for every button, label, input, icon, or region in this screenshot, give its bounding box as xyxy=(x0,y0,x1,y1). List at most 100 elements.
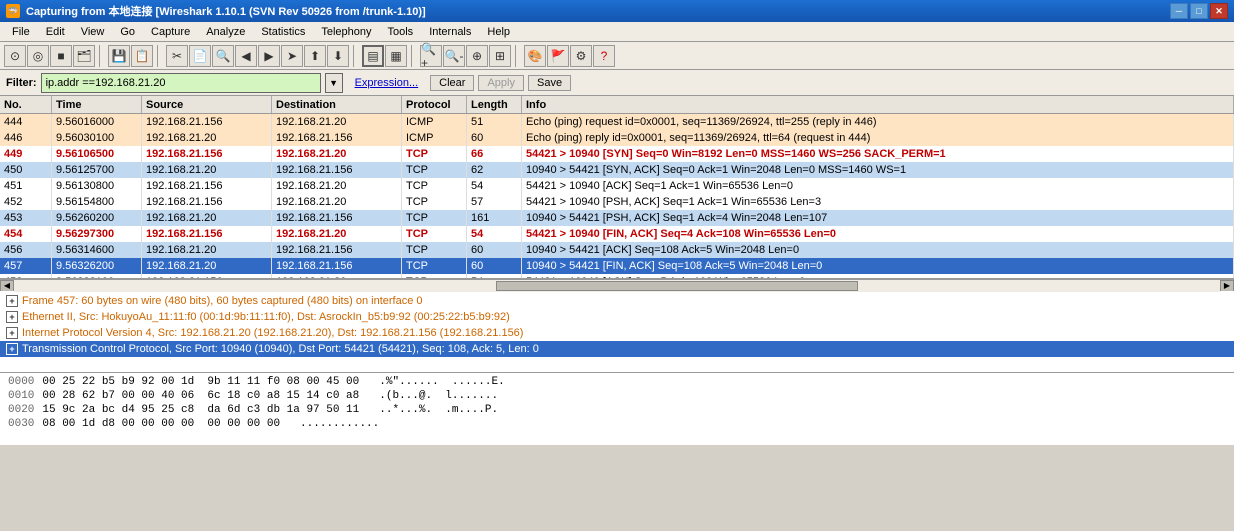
packet-row[interactable]: 444 9.56016000 192.168.21.156 192.168.21… xyxy=(0,114,1234,130)
prefs-button[interactable]: ⚙ xyxy=(570,45,592,67)
horizontal-scrollbar[interactable]: ◀ ▶ xyxy=(0,279,1234,291)
menu-file[interactable]: File xyxy=(4,24,38,40)
cell-no: 454 xyxy=(0,226,52,242)
apply-button[interactable]: Apply xyxy=(478,75,524,91)
copy-button[interactable]: 📄 xyxy=(189,45,211,67)
header-source: Source xyxy=(142,96,272,113)
packet-row[interactable]: 449 9.56106500 192.168.21.156 192.168.21… xyxy=(0,146,1234,162)
cell-time: 9.56260200 xyxy=(52,210,142,226)
cell-info: 54421 > 10940 [ACK] Seq=1 Ack=1 Win=6553… xyxy=(522,178,1234,194)
filter-label: Filter: xyxy=(6,77,37,89)
find-button[interactable]: 🔍 xyxy=(212,45,234,67)
cell-protocol: TCP xyxy=(402,210,467,226)
cell-destination: 192.168.21.20 xyxy=(272,178,402,194)
up-button[interactable]: ⬆ xyxy=(304,45,326,67)
expand-icon[interactable]: + xyxy=(6,327,18,339)
packet-row[interactable]: 446 9.56030100 192.168.21.20 192.168.21.… xyxy=(0,130,1234,146)
zoom-in-button[interactable]: 🔍+ xyxy=(420,45,442,67)
cell-destination: 192.168.21.156 xyxy=(272,258,402,274)
menu-internals[interactable]: Internals xyxy=(421,24,479,40)
detail-label: Internet Protocol Version 4, Src: 192.16… xyxy=(22,327,523,339)
forward-button[interactable]: ▶ xyxy=(258,45,280,67)
header-protocol: Protocol xyxy=(402,96,467,113)
cell-time: 9.56130800 xyxy=(52,178,142,194)
packet-row[interactable]: 453 9.56260200 192.168.21.20 192.168.21.… xyxy=(0,210,1234,226)
zoom-out-button[interactable]: 🔍- xyxy=(443,45,465,67)
cell-source: 192.168.21.156 xyxy=(142,178,272,194)
menu-view[interactable]: View xyxy=(73,24,113,40)
packet-row[interactable]: 452 9.56154800 192.168.21.156 192.168.21… xyxy=(0,194,1234,210)
toolbar-group-5: 🔍+ 🔍- ⊕ ⊞ xyxy=(420,45,511,67)
cell-protocol: ICMP xyxy=(402,130,467,146)
expand-icon[interactable]: + xyxy=(6,311,18,323)
filter-input[interactable] xyxy=(41,73,321,93)
hex-bytes: 08 00 1d d8 00 00 00 00 00 00 00 00 xyxy=(42,418,280,430)
detail-pane: + Frame 457: 60 bytes on wire (480 bits),… xyxy=(0,291,1234,373)
save-button[interactable]: 💾 xyxy=(108,45,130,67)
expression-button[interactable]: Expression... xyxy=(347,76,427,90)
new-capture-button[interactable]: ⊙ xyxy=(4,45,26,67)
hex-bytes: 00 28 62 b7 00 00 40 06 6c 18 c0 a8 15 1… xyxy=(42,390,359,402)
go-button[interactable]: ➤ xyxy=(281,45,303,67)
packet-row[interactable]: 457 9.56326200 192.168.21.20 192.168.21.… xyxy=(0,258,1234,274)
cell-no: 453 xyxy=(0,210,52,226)
packet-row[interactable]: 456 9.56314600 192.168.21.20 192.168.21.… xyxy=(0,242,1234,258)
back-button[interactable]: ◀ xyxy=(235,45,257,67)
menu-capture[interactable]: Capture xyxy=(143,24,198,40)
cell-info: 54421 > 10940 [FIN, ACK] Seq=4 Ack=108 W… xyxy=(522,226,1234,242)
close-button[interactable]: ■ xyxy=(50,45,72,67)
detail-row[interactable]: + Internet Protocol Version 4, Src: 192.1… xyxy=(0,325,1234,341)
expand-icon[interactable]: + xyxy=(6,295,18,307)
menu-telephony[interactable]: Telephony xyxy=(313,24,379,40)
close-button[interactable]: ✕ xyxy=(1210,3,1228,19)
maximize-button[interactable]: □ xyxy=(1190,3,1208,19)
colorize-button[interactable]: 🎨 xyxy=(524,45,546,67)
toolbar-group-4: ▤ ▦ xyxy=(362,45,407,67)
cell-time: 9.56016000 xyxy=(52,114,142,130)
detail-row[interactable]: + Transmission Control Protocol, Src Port… xyxy=(0,341,1234,357)
detail-label: Frame 457: 60 bytes on wire (480 bits), … xyxy=(22,295,423,307)
save-as-button[interactable]: 📋 xyxy=(131,45,153,67)
list-view-button[interactable]: ▤ xyxy=(362,45,384,67)
scroll-right-button[interactable]: ▶ xyxy=(1220,280,1234,292)
menu-edit[interactable]: Edit xyxy=(38,24,73,40)
save-filter-button[interactable]: Save xyxy=(528,75,571,91)
cell-destination: 192.168.21.156 xyxy=(272,162,402,178)
menu-statistics[interactable]: Statistics xyxy=(253,24,313,40)
cell-time: 9.56125700 xyxy=(52,162,142,178)
cut-button[interactable]: ✂ xyxy=(166,45,188,67)
scrollbar-track[interactable] xyxy=(14,280,1220,292)
scroll-left-button[interactable]: ◀ xyxy=(0,280,14,292)
detail-label: Transmission Control Protocol, Src Port:… xyxy=(22,343,539,355)
packet-row[interactable]: 451 9.56130800 192.168.21.156 192.168.21… xyxy=(0,178,1234,194)
detail-row[interactable]: + Frame 457: 60 bytes on wire (480 bits),… xyxy=(0,293,1234,309)
scrollbar-thumb[interactable] xyxy=(496,281,858,291)
packet-list[interactable]: No. Time Source Destination Protocol Len… xyxy=(0,96,1234,279)
expand-icon[interactable]: + xyxy=(6,343,18,355)
packet-row[interactable]: 450 9.56125700 192.168.21.20 192.168.21.… xyxy=(0,162,1234,178)
minimize-button[interactable]: ─ xyxy=(1170,3,1188,19)
menu-tools[interactable]: Tools xyxy=(380,24,422,40)
clear-button[interactable]: Clear xyxy=(430,75,474,91)
zoom-fit-button[interactable]: ⊞ xyxy=(489,45,511,67)
menu-analyze[interactable]: Analyze xyxy=(198,24,253,40)
toolbar-group-3: ✂ 📄 🔍 ◀ ▶ ➤ ⬆ ⬇ xyxy=(166,45,349,67)
reload-button[interactable]: 🗂 xyxy=(73,45,95,67)
detail-row[interactable]: +Ethernet II, Src: HokuyoAu_11:11:f0 (00… xyxy=(0,309,1234,325)
cell-source: 192.168.21.156 xyxy=(142,226,272,242)
hex-ascii: .(b...@. l....... xyxy=(379,390,498,402)
detail-view-button[interactable]: ▦ xyxy=(385,45,407,67)
down-button[interactable]: ⬇ xyxy=(327,45,349,67)
hex-ascii: ............ xyxy=(300,418,379,430)
menu-go[interactable]: Go xyxy=(112,24,143,40)
cell-info: 54421 > 10940 [PSH, ACK] Seq=1 Ack=1 Win… xyxy=(522,194,1234,210)
packet-row[interactable]: 454 9.56297300 192.168.21.156 192.168.21… xyxy=(0,226,1234,242)
filter-dropdown[interactable]: ▼ xyxy=(325,73,343,93)
zoom-reset-button[interactable]: ⊕ xyxy=(466,45,488,67)
help-button[interactable]: ? xyxy=(593,45,615,67)
packet-rows: 444 9.56016000 192.168.21.156 192.168.21… xyxy=(0,114,1234,279)
hex-offset: 0000 xyxy=(8,376,34,388)
mark-button[interactable]: 🚩 xyxy=(547,45,569,67)
menu-help[interactable]: Help xyxy=(479,24,518,40)
open-button[interactable]: ◎ xyxy=(27,45,49,67)
